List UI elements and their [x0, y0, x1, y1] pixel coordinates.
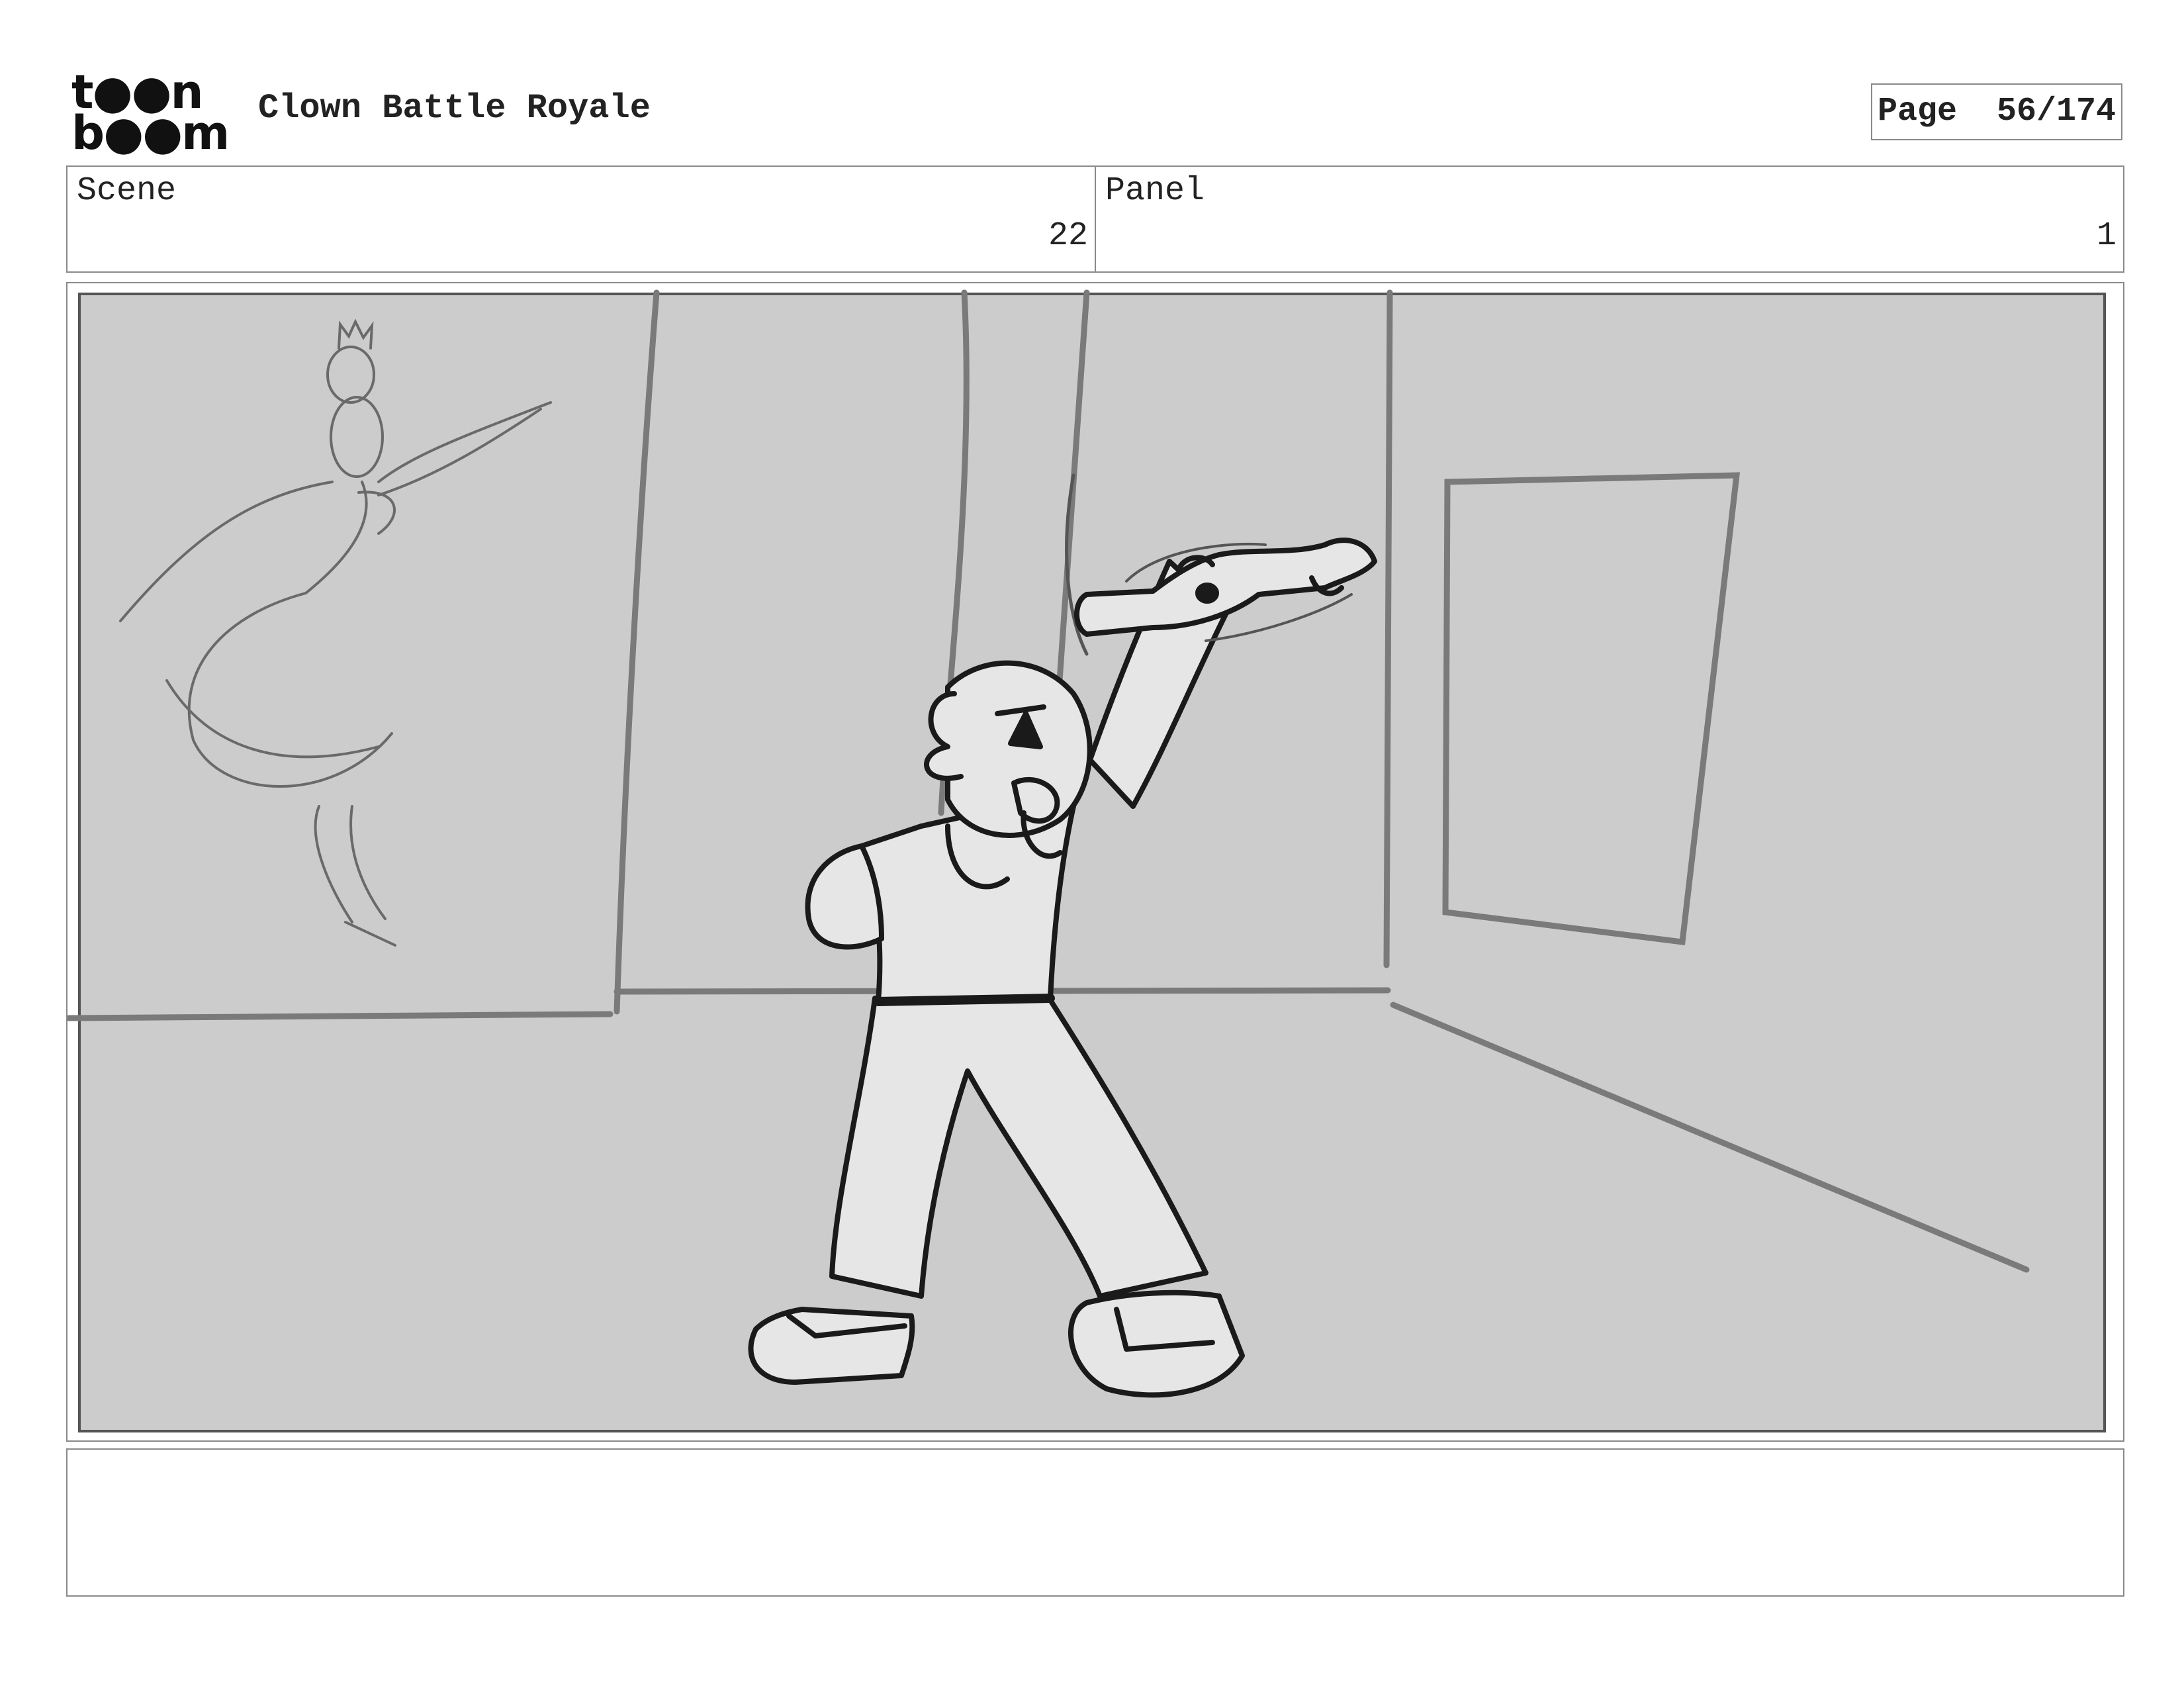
- scene-number: 22: [1048, 217, 1088, 255]
- scene-box: Scene 22: [66, 165, 1096, 273]
- page-indicator: Page 56/174: [1871, 83, 2122, 140]
- clown-right-shoe: [1068, 1289, 1245, 1398]
- scene-label: Scene: [77, 172, 177, 210]
- storyboard-drawing: [68, 289, 2106, 1432]
- clown-torso: [859, 802, 1076, 1004]
- caption-box: [66, 1448, 2124, 1597]
- page-label: Page: [1877, 93, 1957, 130]
- clown-left-shoe: [748, 1307, 915, 1385]
- panel-label: Panel: [1105, 172, 1205, 210]
- panel-number: 1: [2096, 217, 2116, 255]
- panel-box: Panel 1: [1095, 165, 2124, 273]
- toonboom-logo: t●●n b●●m: [71, 69, 230, 160]
- storyboard-frame: [66, 282, 2124, 1442]
- project-title: Clown Battle Royale: [258, 89, 651, 128]
- logo-line-bottom: b●●m: [71, 106, 230, 160]
- page-number: 56/174: [1997, 93, 2116, 130]
